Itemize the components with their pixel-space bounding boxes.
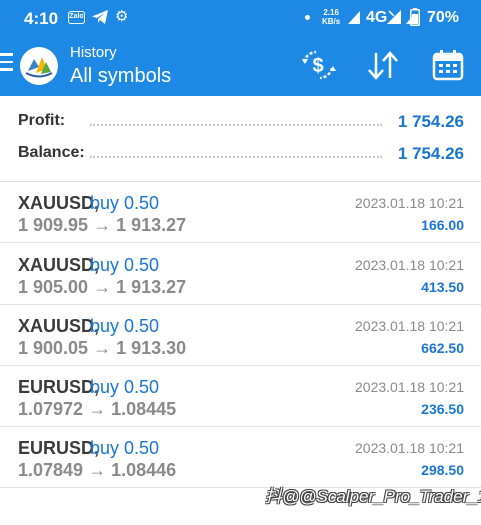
deal-symbol: EURUSD, (18, 377, 100, 397)
sort-icon[interactable] (366, 49, 400, 81)
data-transfer-icon (348, 11, 360, 24)
network-type: 4G (366, 9, 388, 26)
app-bar: History All symbols $ (0, 36, 481, 96)
deal-prices: 1.07972 → 1.08445 (18, 399, 177, 419)
deal-time: 2023.01.18 10:21 (355, 195, 464, 211)
battery-percent: 70% (427, 9, 460, 26)
balance-label: Balance: (18, 144, 85, 161)
balance-value: 1 754.26 (397, 144, 464, 163)
deal-symbol: XAUUSD, (18, 193, 100, 213)
dotted-leader (90, 156, 382, 158)
deal-prices: 1 909.95 → 1 913.27 (18, 215, 187, 235)
app-logo (20, 47, 58, 85)
telegram-icon (92, 10, 108, 24)
deal-profit: 166.00 (421, 217, 464, 233)
status-bar: 4:10 Zalo ⚙ 2.16 KB/s 4G 70% (0, 0, 481, 36)
deal-profit: 662.50 (421, 340, 464, 356)
metatrader-logo-icon (21, 48, 57, 84)
svg-text:$: $ (312, 55, 323, 77)
deal-row[interactable]: EURUSD, buy 0.50 1.07972 → 1.08445 2023.… (0, 366, 481, 427)
signal-icon (387, 10, 401, 24)
calendar-icon[interactable] (432, 49, 464, 81)
deal-prices: 1 900.05 → 1 913.30 (18, 338, 187, 358)
clock: 4:10 (24, 9, 59, 28)
profit-value: 1 754.26 (397, 112, 464, 131)
battery-icon (410, 8, 420, 26)
deal-symbol: XAUUSD, (18, 316, 100, 336)
deal-time: 2023.01.18 10:21 (355, 440, 464, 456)
deal-action: buy 0.50 (90, 377, 160, 397)
page-title[interactable]: All symbols (70, 65, 171, 88)
profit-row: Profit: 1 754.26 (18, 112, 464, 136)
menu-icon[interactable] (0, 53, 14, 73)
deal-action: buy 0.50 (90, 438, 160, 458)
notification-dot-icon (305, 15, 310, 20)
profit-label: Profit: (18, 112, 66, 129)
deal-time: 2023.01.18 10:21 (355, 257, 464, 273)
deal-symbol: EURUSD, (18, 438, 100, 458)
deal-time: 2023.01.18 10:21 (355, 318, 464, 334)
deal-row[interactable]: XAUUSD, buy 0.50 1 909.95 → 1 913.27 202… (0, 182, 481, 243)
zalo-icon: Zalo (68, 11, 85, 24)
watermark: 抖@@Scalper_Pro_Trader_1 (265, 487, 481, 506)
deal-action: buy 0.50 (90, 316, 160, 336)
deal-time: 2023.01.18 10:21 (355, 379, 464, 395)
network-speed: 2.16 KB/s (322, 8, 341, 26)
balance-row: Balance: 1 754.26 (18, 144, 464, 168)
deal-profit: 298.50 (421, 462, 464, 478)
deal-profit: 236.50 (421, 401, 464, 417)
deal-symbol: XAUUSD, (18, 255, 100, 275)
currency-exchange-icon[interactable]: $ (300, 49, 336, 81)
dotted-leader (90, 124, 382, 126)
deal-action: buy 0.50 (90, 255, 160, 275)
deal-row[interactable]: XAUUSD, buy 0.50 1 905.00 → 1 913.27 202… (0, 244, 481, 305)
deal-row[interactable]: XAUUSD, buy 0.50 1 900.05 → 1 913.30 202… (0, 305, 481, 366)
settings-notification-icon: ⚙ (115, 8, 129, 25)
deal-profit: 413.50 (421, 279, 464, 295)
page-subtitle: History (70, 44, 117, 61)
deal-action: buy 0.50 (90, 193, 160, 213)
deal-row[interactable]: EURUSD, buy 0.50 1.07849 → 1.08446 2023.… (0, 427, 481, 488)
deal-prices: 1.07849 → 1.08446 (18, 460, 177, 480)
deal-prices: 1 905.00 → 1 913.27 (18, 277, 187, 297)
